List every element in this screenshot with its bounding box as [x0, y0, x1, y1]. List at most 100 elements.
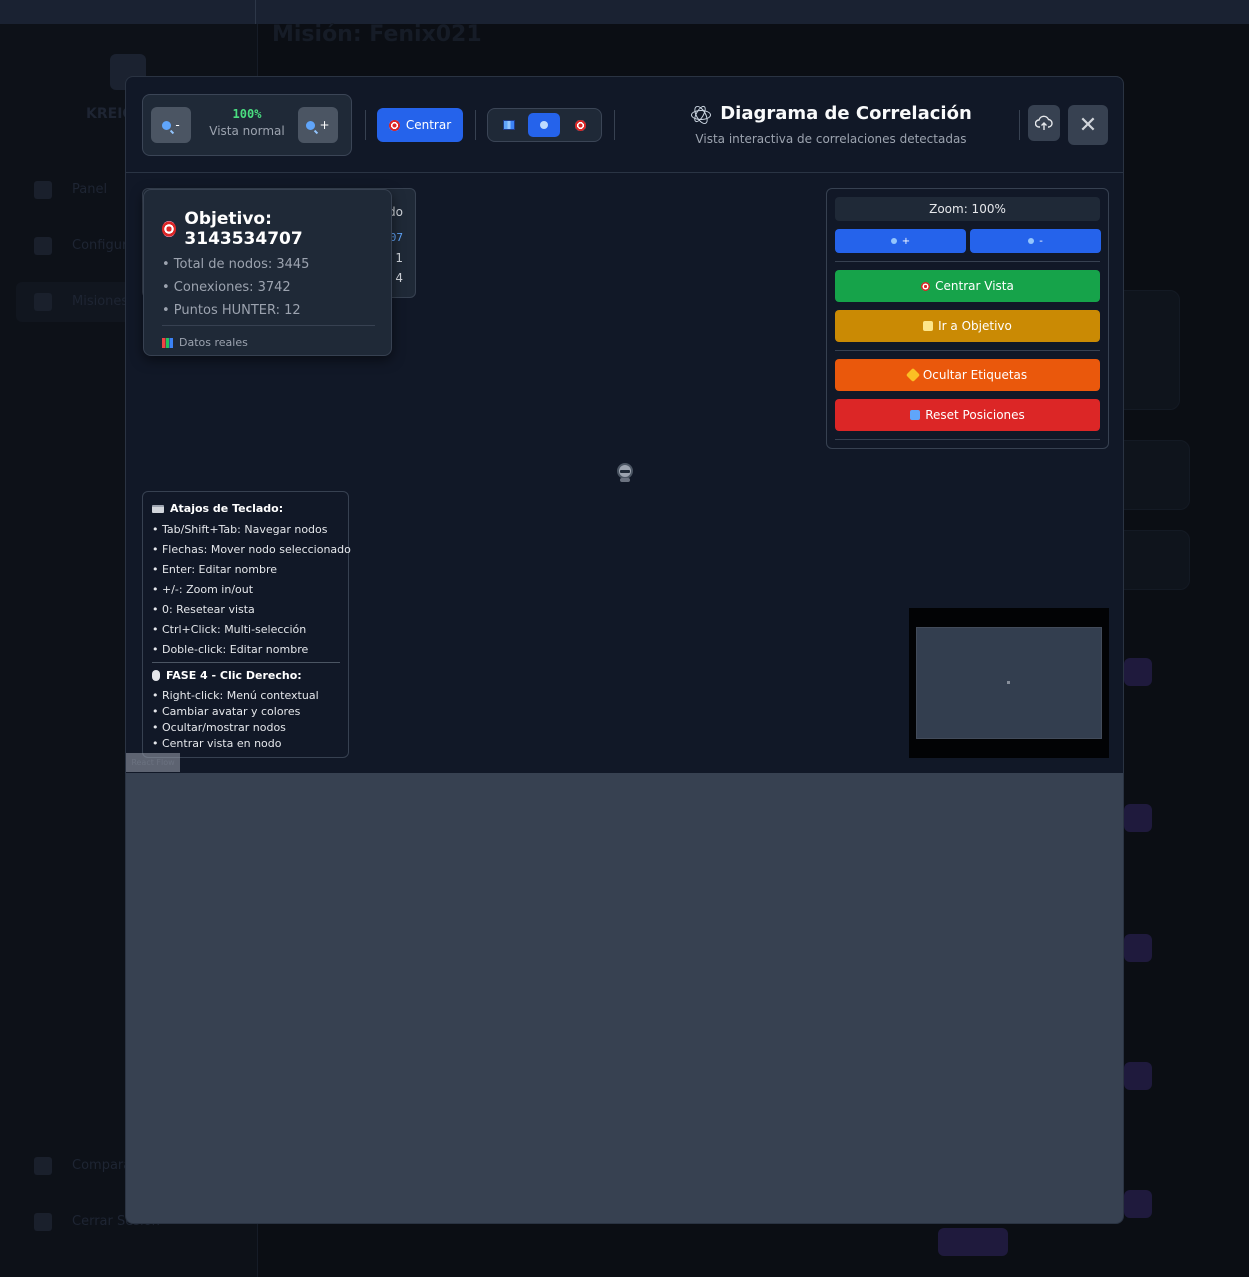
close-icon: ✕ [1078, 112, 1098, 137]
divider [835, 350, 1100, 351]
atom-icon [690, 103, 712, 124]
hide-labels-label: Ocultar Etiquetas [922, 368, 1028, 382]
shortcut-item: • Enter: Editar nombre [152, 563, 278, 576]
shortcut-item: • Doble-click: Editar nombre [152, 643, 309, 656]
topbar-divider [255, 0, 256, 24]
toolbar-divider [365, 110, 366, 140]
shortcut-item: • Flechas: Mover nodo seleccionado [152, 543, 351, 556]
stat-hunter-points: • Puntos HUNTER: 12 [162, 303, 301, 318]
zoom-in-label: + [319, 118, 330, 132]
underlay-text: 1 [395, 251, 403, 265]
target-icon [574, 119, 586, 131]
zoom-level-label: Zoom: 100% [835, 197, 1100, 221]
magnifier-icon [540, 121, 548, 129]
app-topbar [0, 0, 1249, 24]
toolbar-divider [1019, 110, 1020, 140]
zoom-in-button[interactable]: + [298, 107, 338, 143]
go-to-target-label: Ir a Objetivo [938, 319, 1012, 333]
sidebar-item-label: Panel [72, 182, 108, 197]
target-icon [921, 281, 931, 291]
stat-connections: • Conexiones: 3742 [162, 280, 291, 295]
modal-title-block: Diagrama de Correlación Vista interactiv… [686, 103, 976, 146]
divider [152, 662, 340, 663]
zoom-out-button[interactable]: - [151, 107, 191, 143]
minimap-node [1007, 681, 1010, 684]
close-button[interactable]: ✕ [1068, 105, 1108, 145]
gear-icon [34, 237, 52, 255]
minimap[interactable] [909, 608, 1109, 758]
target-view-button[interactable] [564, 113, 596, 137]
background-badge [1124, 1190, 1152, 1218]
background-badge [1124, 934, 1152, 962]
mouse-icon [152, 670, 160, 681]
react-flow-attribution[interactable]: React Flow [126, 753, 180, 772]
folder-icon [34, 293, 52, 311]
logout-icon [34, 1213, 52, 1231]
zoom-mode-label: Vista normal [209, 124, 285, 138]
map-view-button[interactable] [493, 113, 525, 137]
panel-zoom-in-button[interactable]: + [835, 229, 966, 253]
magnifier-icon [162, 120, 172, 130]
magnifier-icon [306, 120, 316, 130]
go-to-target-button[interactable]: Ir a Objetivo [835, 310, 1100, 342]
dashboard-icon [34, 181, 52, 199]
correlation-modal: - 100% Vista normal + Centrar Diagrama d… [125, 76, 1124, 1224]
center-view-label: Centrar Vista [935, 279, 1014, 293]
background-badge [938, 1228, 1008, 1256]
sidebar-item-label: Misiones [72, 294, 129, 309]
toolbar-divider [475, 110, 476, 140]
divider [835, 261, 1100, 262]
refresh-icon [910, 410, 921, 420]
cloud-upload-icon [1035, 115, 1053, 130]
shortcuts-title: Atajos de Teclado: [170, 502, 284, 515]
keyboard-shortcuts-panel: Atajos de Teclado: • Tab/Shift+Tab: Nave… [142, 491, 351, 758]
view-mode-group [487, 108, 602, 142]
search-view-button[interactable] [528, 113, 560, 137]
modal-title: Diagrama de Correlación [720, 103, 972, 124]
phase-item: • Cambiar avatar y colores [152, 705, 301, 718]
shortcut-item: • Ctrl+Click: Multi-selección [152, 623, 307, 636]
robot-icon[interactable] [616, 463, 634, 483]
background-badge [1124, 658, 1152, 686]
zoom-readout: 100% Vista normal [201, 107, 293, 138]
data-source-label: Datos reales [179, 336, 248, 349]
toolbar-divider [614, 110, 615, 140]
arrow-target-icon [923, 321, 934, 331]
center-button[interactable]: Centrar [377, 108, 463, 142]
phase-item: • Right-click: Menú contextual [152, 689, 319, 702]
hide-labels-button[interactable]: Ocultar Etiquetas [835, 359, 1100, 391]
compare-icon [34, 1157, 52, 1175]
modal-header: - 100% Vista normal + Centrar Diagrama d… [126, 77, 1123, 173]
export-button[interactable] [1028, 105, 1060, 141]
page-title: Misión: Fenix021 [272, 22, 482, 47]
target-info-card: Objetivo: 3143534707 • Total de nodos: 3… [143, 189, 392, 356]
tag-icon [905, 367, 920, 383]
underlay-text: 4 [395, 271, 403, 285]
background-badge [1124, 1062, 1152, 1090]
modal-subtitle: Vista interactiva de correlaciones detec… [695, 132, 967, 146]
reset-positions-button[interactable]: Reset Posiciones [835, 399, 1100, 431]
panel-zoom-out-button[interactable]: - [970, 229, 1101, 253]
keyboard-icon [152, 504, 164, 513]
center-view-button[interactable]: Centrar Vista [835, 270, 1100, 302]
diagram-canvas[interactable]: do 07 1 4 Objetivo: 3143534707 • Total d… [126, 173, 1123, 773]
shortcut-item: • +/-: Zoom in/out [152, 583, 254, 596]
map-icon [503, 120, 515, 130]
info-card-title: Objetivo: 3143534707 [184, 209, 303, 249]
divider [835, 439, 1100, 440]
control-panel: Zoom: 100% + - Centrar Vista Ir a Objeti… [826, 188, 1109, 449]
magnifier-icon [1028, 238, 1035, 244]
phase-item: • Ocultar/mostrar nodos [152, 721, 286, 734]
zoom-out-label: - [175, 118, 180, 132]
zoom-in-label: + [901, 235, 911, 247]
zoom-out-label: - [1039, 235, 1043, 247]
target-icon [388, 119, 400, 131]
magnifier-icon [890, 238, 897, 244]
center-label: Centrar [405, 118, 452, 132]
stat-total-nodes: • Total de nodos: 3445 [162, 257, 310, 272]
phase-item: • Centrar vista en nodo [152, 737, 282, 750]
phase-title: FASE 4 - Clic Derecho: [166, 669, 302, 682]
target-icon [162, 221, 177, 237]
background-badge [1124, 804, 1152, 832]
reset-positions-label: Reset Posiciones [925, 408, 1025, 422]
